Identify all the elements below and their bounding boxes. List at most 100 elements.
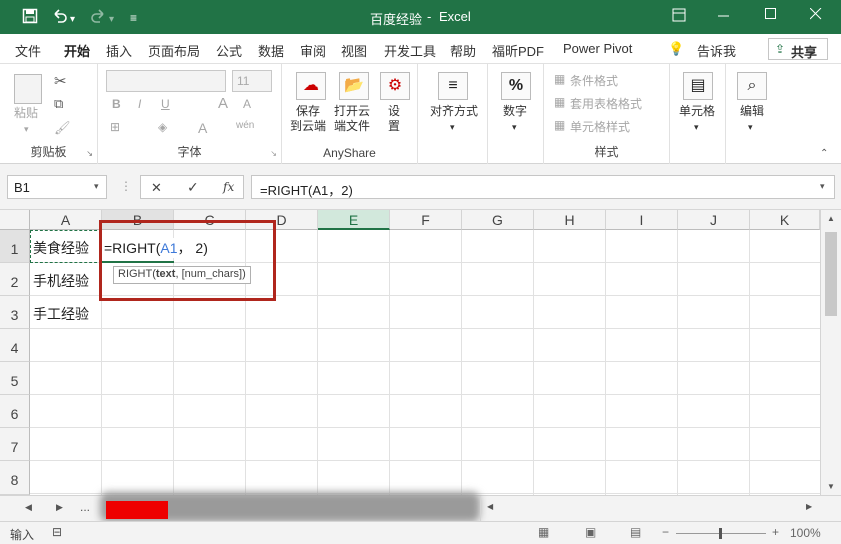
cloud-open-icon[interactable]: 📂 — [339, 72, 369, 100]
page-layout-view-icon[interactable]: ▣ — [585, 525, 596, 539]
alignment-button[interactable]: 对齐方式 — [430, 104, 478, 119]
next-sheet-icon[interactable]: ▶ — [56, 502, 63, 513]
scroll-up-icon[interactable]: ▲ — [827, 214, 835, 223]
paste-label[interactable]: 粘贴 — [14, 106, 38, 121]
cancel-icon[interactable]: ✕ — [151, 180, 162, 196]
tab-power-pivot[interactable]: Power Pivot — [563, 41, 632, 56]
paste-dropdown-icon[interactable]: ▾ — [24, 122, 29, 137]
normal-view-icon[interactable]: ▦ — [538, 525, 549, 539]
zoom-level[interactable]: 100% — [790, 526, 821, 540]
close-icon[interactable] — [809, 7, 822, 24]
fill-color-icon[interactable]: ◈ — [158, 120, 167, 134]
minimize-icon[interactable] — [718, 8, 730, 26]
table-format-button[interactable]: 套用表格格式 — [570, 95, 642, 112]
cell-a3[interactable]: 手工经验 — [30, 296, 102, 329]
font-size-combo[interactable]: 11 — [232, 70, 272, 92]
font-launcher-icon[interactable]: ↘ — [270, 149, 277, 158]
cell-style-button[interactable]: 单元格样式 — [570, 118, 630, 135]
row-header-5[interactable]: 5 — [0, 362, 30, 395]
number-dropdown-icon[interactable]: ▾ — [512, 120, 517, 135]
zoom-out-icon[interactable]: − — [662, 525, 669, 539]
cut-icon[interactable]: ✂ — [54, 72, 67, 90]
undo-dropdown-icon[interactable]: ▾ — [70, 12, 75, 28]
row-header-2[interactable]: 2 — [0, 263, 30, 296]
tab-file[interactable]: 文件 — [15, 41, 41, 60]
anyshare-settings-button[interactable]: 设 置 — [388, 104, 400, 134]
column-header-j[interactable]: J — [678, 210, 750, 230]
tab-view[interactable]: 视图 — [341, 41, 367, 60]
phonetic-icon[interactable]: wén — [236, 120, 254, 131]
zoom-in-icon[interactable]: + — [772, 525, 779, 539]
name-box-dropdown-icon[interactable]: ▾ — [94, 181, 99, 192]
cell-style-icon[interactable]: ▦ — [554, 118, 565, 132]
shrink-font-icon[interactable]: A — [243, 97, 251, 111]
expand-formula-bar-icon[interactable]: ▾ — [820, 181, 825, 192]
paste-icon[interactable] — [14, 74, 42, 104]
column-header-i[interactable]: I — [606, 210, 678, 230]
font-color-icon[interactable]: A — [198, 120, 207, 136]
select-all-corner[interactable] — [0, 210, 30, 230]
column-header-k[interactable]: K — [750, 210, 820, 230]
editing-dropdown-icon[interactable]: ▾ — [748, 120, 753, 135]
redo-dropdown-icon[interactable]: ▾ — [109, 12, 114, 28]
grow-font-icon[interactable]: A — [218, 95, 228, 112]
row-header-3[interactable]: 3 — [0, 296, 30, 329]
row-header-7[interactable]: 7 — [0, 428, 30, 461]
insert-function-icon[interactable]: fx — [223, 180, 234, 194]
row-header-1[interactable]: 1 — [0, 230, 30, 263]
maximize-icon[interactable] — [765, 8, 777, 24]
cells-button[interactable]: 单元格 — [679, 104, 715, 119]
collapse-ribbon-icon[interactable]: ⌃ — [820, 148, 828, 159]
undo-icon[interactable] — [52, 8, 68, 28]
cells-dropdown-icon[interactable]: ▾ — [694, 120, 699, 135]
vertical-scroll-thumb[interactable] — [825, 232, 837, 316]
prev-sheet-icon[interactable]: ◀ — [25, 502, 32, 513]
column-header-f[interactable]: F — [390, 210, 462, 230]
save-to-cloud-button[interactable]: 保存 到云端 — [290, 104, 326, 134]
vertical-scrollbar[interactable]: ▲ ▼ — [820, 210, 841, 495]
tab-review[interactable]: 审阅 — [300, 41, 326, 60]
borders-icon[interactable]: ⊞ — [110, 120, 120, 134]
page-break-view-icon[interactable]: ▤ — [630, 525, 641, 539]
tell-me-search[interactable]: 告诉我 — [697, 41, 736, 60]
column-header-e[interactable]: E — [318, 210, 390, 230]
row-header-8[interactable]: 8 — [0, 461, 30, 495]
enter-icon[interactable]: ✓ — [187, 179, 199, 196]
alignment-dropdown-icon[interactable]: ▾ — [450, 120, 455, 135]
column-header-g[interactable]: G — [462, 210, 534, 230]
tab-help[interactable]: 帮助 — [450, 41, 476, 60]
row-header-6[interactable]: 6 — [0, 395, 30, 428]
cell-a2[interactable]: 手机经验 — [30, 263, 102, 296]
conditional-format-icon[interactable]: ▦ — [554, 72, 565, 86]
scroll-down-icon[interactable]: ▼ — [827, 482, 835, 491]
share-button[interactable]: ⇪ 共享 — [768, 38, 828, 60]
copy-icon[interactable]: ⧉ — [54, 96, 63, 112]
italic-icon[interactable]: I — [138, 97, 141, 111]
name-box[interactable]: B1 — [7, 175, 107, 199]
table-format-icon[interactable]: ▦ — [554, 95, 565, 109]
conditional-format-button[interactable]: 条件格式 — [570, 72, 618, 89]
zoom-slider-thumb[interactable] — [719, 528, 722, 539]
bold-icon[interactable]: B — [112, 97, 121, 111]
tab-developer[interactable]: 开发工具 — [384, 41, 436, 60]
clipboard-launcher-icon[interactable]: ↘ — [86, 149, 93, 158]
macro-record-icon[interactable]: ⊟ — [52, 525, 62, 539]
horizontal-scrollbar[interactable]: ◀ ▶ — [480, 496, 820, 522]
tab-data[interactable]: 数据 — [258, 41, 284, 60]
row-header-4[interactable]: 4 — [0, 329, 30, 362]
formula-input[interactable]: =RIGHT(A1，2) — [251, 175, 835, 199]
ribbon-display-icon[interactable] — [672, 8, 686, 26]
open-cloud-file-button[interactable]: 打开云 端文件 — [334, 104, 370, 134]
save-icon[interactable] — [22, 8, 38, 28]
cloud-save-icon[interactable]: ☁ — [296, 72, 326, 100]
column-header-a[interactable]: A — [30, 210, 102, 230]
customize-qat-icon[interactable]: ≡ — [130, 10, 137, 26]
font-name-combo[interactable] — [106, 70, 226, 92]
lightbulb-icon[interactable]: 💡 — [668, 41, 684, 57]
tab-home[interactable]: 开始 — [64, 41, 91, 67]
editing-button[interactable]: 编辑 — [740, 104, 764, 119]
number-button[interactable]: 数字 — [503, 104, 527, 119]
format-painter-icon[interactable]: 🖌 — [54, 120, 71, 136]
scroll-left-icon[interactable]: ◀ — [487, 502, 493, 511]
more-sheets-icon[interactable]: ... — [80, 500, 90, 514]
